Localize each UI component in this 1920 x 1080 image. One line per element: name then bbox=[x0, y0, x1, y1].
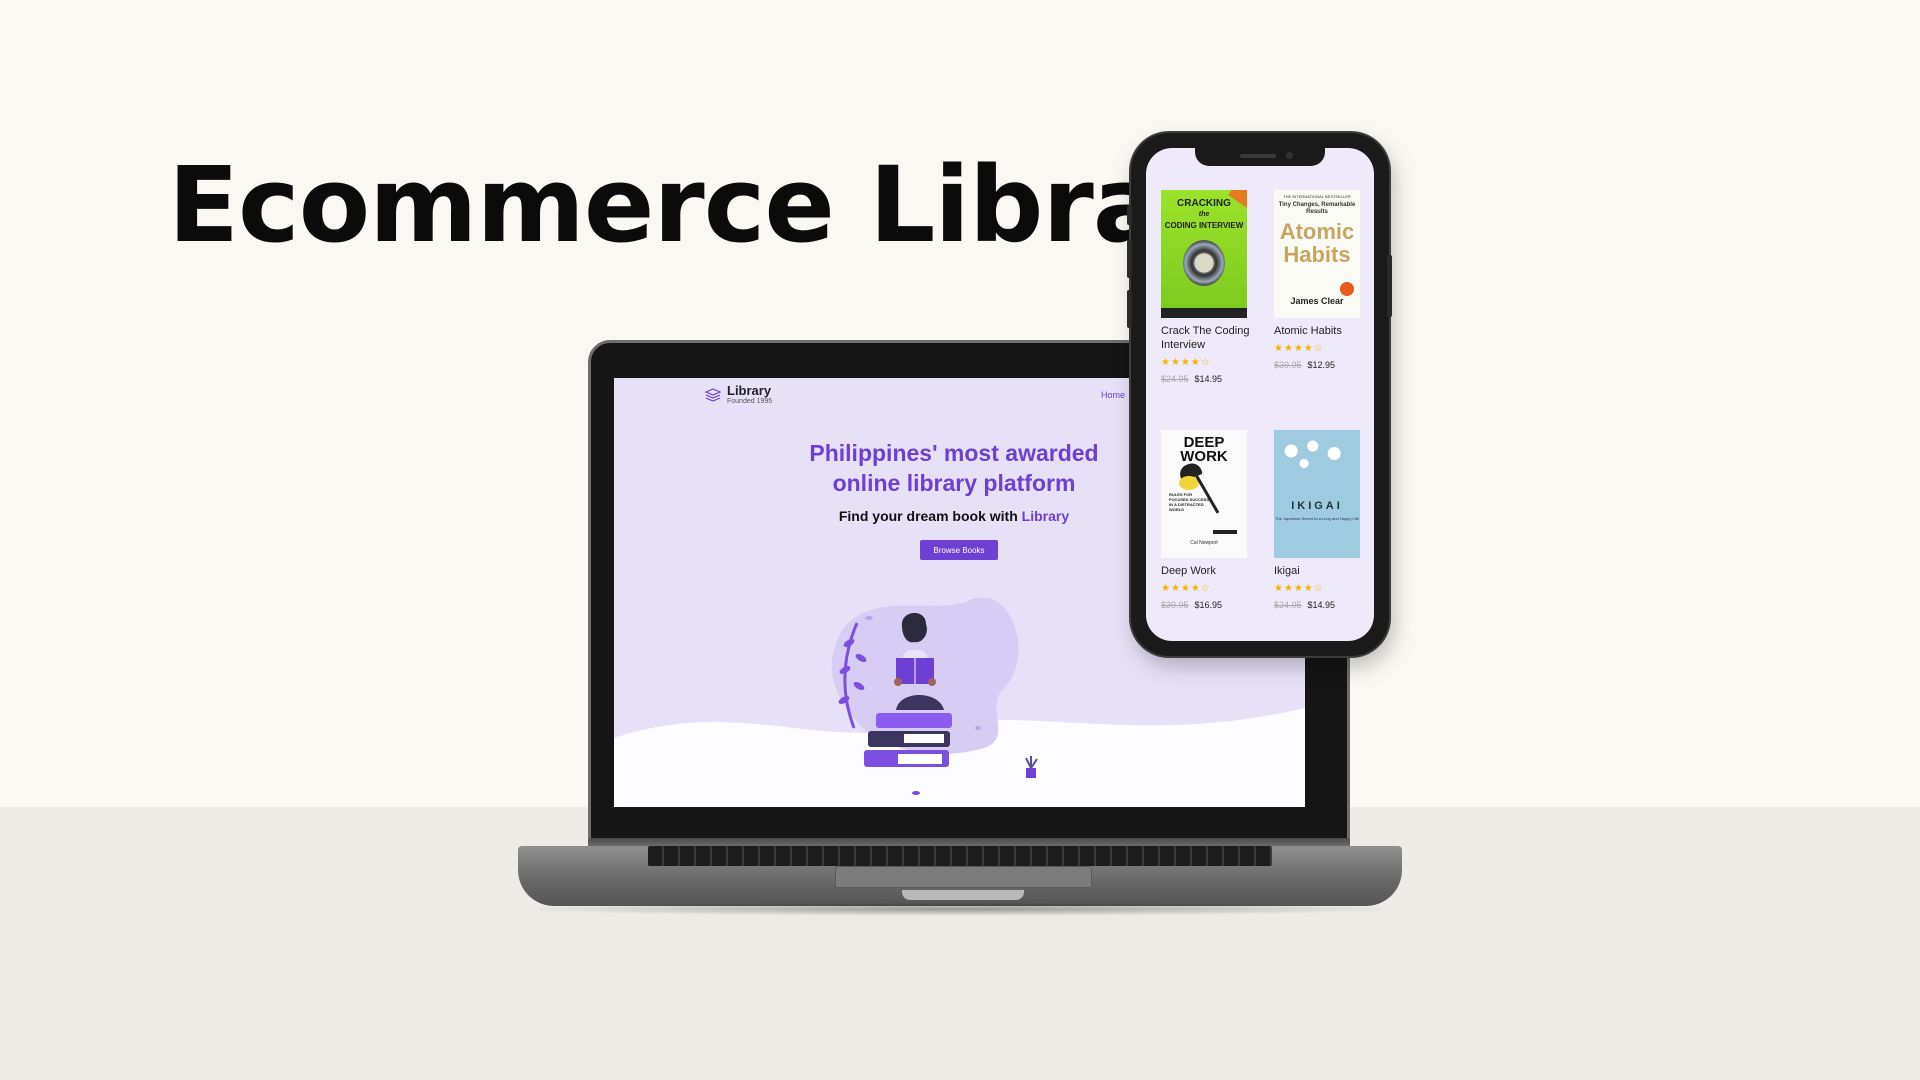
rating-stars: ★★★★☆ bbox=[1274, 583, 1324, 594]
current-price: $16.95 bbox=[1194, 600, 1223, 610]
cover-title: IKIGAI bbox=[1291, 500, 1343, 512]
cover-band bbox=[1161, 308, 1247, 318]
lamp-base bbox=[1213, 530, 1237, 534]
book-prices: $39.95 $12.95 bbox=[1274, 360, 1364, 370]
cover-line: the bbox=[1198, 211, 1210, 218]
cover-subtitle: Tiny Changes, Remarkable Results bbox=[1278, 202, 1356, 215]
current-price: $12.95 bbox=[1307, 360, 1336, 370]
book-card-cracking-coding-interview[interactable]: CRACKING the CODING INTERVIEW Crack The … bbox=[1161, 190, 1251, 384]
cover-subtitle: The Japanese Secret to a Long and Happy … bbox=[1275, 516, 1359, 521]
cover-badge bbox=[1340, 282, 1354, 296]
hero-title: Philippines' most awarded online library… bbox=[734, 438, 1174, 498]
cover-subtitle: RULES FOR FOCUSED SUCCESS IN A DISTRACTE… bbox=[1169, 492, 1210, 512]
old-price: $24.95 bbox=[1274, 600, 1302, 610]
cover-author: James Clear bbox=[1290, 296, 1344, 306]
site-logo[interactable]: Library Founded 1995 bbox=[704, 384, 772, 405]
rating-stars: ★★★★☆ bbox=[1161, 583, 1211, 594]
cover-title: Atomic Habits bbox=[1279, 219, 1355, 267]
book-cover[interactable]: CRACKING the CODING INTERVIEW bbox=[1161, 190, 1247, 318]
book-prices: $24.95 $14.95 bbox=[1161, 374, 1251, 384]
hero-title-line1: Philippines' most awarded bbox=[809, 440, 1099, 466]
hero-subtitle-text: Find your dream book with bbox=[838, 508, 1022, 524]
book-prices: $24.95 $14.95 bbox=[1274, 600, 1364, 610]
phone-power-button bbox=[1387, 255, 1392, 317]
logo-subtitle: Founded 1995 bbox=[727, 398, 773, 405]
book-cover[interactable]: DEEP WORK RULES FOR FOCUSED SUCCESS IN A… bbox=[1161, 430, 1247, 558]
cover-author: Cal Newport bbox=[1190, 540, 1218, 546]
laptop-shadow bbox=[510, 902, 1410, 916]
cover-title: CRACKING the CODING INTERVIEW bbox=[1161, 198, 1247, 231]
phone-speaker bbox=[1240, 154, 1276, 158]
page-headline: Ecommerce Library bbox=[168, 144, 1280, 266]
cover-tagline: THE INTERNATIONAL BESTSELLER bbox=[1283, 194, 1351, 199]
phone-mute-switch bbox=[1127, 205, 1132, 225]
book-title[interactable]: Deep Work bbox=[1161, 564, 1251, 578]
cherry-blossom-image bbox=[1274, 436, 1360, 486]
book-prices: $39.95 $16.95 bbox=[1161, 600, 1251, 610]
logo-name: Library bbox=[727, 383, 772, 398]
book-title[interactable]: Crack The Coding Interview bbox=[1161, 324, 1251, 352]
alarm-clock-image bbox=[1183, 240, 1225, 286]
old-price: $39.95 bbox=[1161, 600, 1189, 610]
laptop-trackpad bbox=[835, 866, 1092, 888]
book-card-deep-work[interactable]: DEEP WORK RULES FOR FOCUSED SUCCESS IN A… bbox=[1161, 430, 1251, 610]
old-price: $39.95 bbox=[1274, 360, 1302, 370]
rating-stars: ★★★★☆ bbox=[1274, 343, 1324, 354]
books-stack-icon bbox=[704, 387, 722, 402]
book-cover[interactable]: IKIGAI The Japanese Secret to a Long and… bbox=[1274, 430, 1360, 558]
hero-title-line2: online library platform bbox=[832, 470, 1076, 496]
book-title[interactable]: Atomic Habits bbox=[1274, 324, 1364, 338]
phone-volume-down bbox=[1127, 290, 1132, 328]
hero-subtitle: Find your dream book with Library bbox=[764, 508, 1144, 524]
cover-line: CODING INTERVIEW bbox=[1164, 221, 1244, 230]
phone-camera-icon bbox=[1286, 152, 1293, 159]
browse-books-button[interactable]: Browse Books bbox=[920, 540, 998, 560]
current-price: $14.95 bbox=[1307, 600, 1336, 610]
nav-home-link[interactable]: Home bbox=[1101, 390, 1125, 400]
current-price: $14.95 bbox=[1194, 374, 1223, 384]
phone-screen: CRACKING the CODING INTERVIEW Crack The … bbox=[1146, 148, 1374, 641]
laptop-front-notch bbox=[902, 890, 1024, 900]
book-cover[interactable]: THE INTERNATIONAL BESTSELLER Tiny Change… bbox=[1274, 190, 1360, 318]
book-card-ikigai[interactable]: IKIGAI The Japanese Secret to a Long and… bbox=[1274, 430, 1364, 610]
book-title[interactable]: Ikigai bbox=[1274, 564, 1364, 578]
hero-subtitle-brand: Library bbox=[1021, 508, 1070, 524]
laptop-keyboard bbox=[648, 846, 1272, 866]
cover-title: DEEP WORK bbox=[1180, 434, 1228, 465]
old-price: $24.95 bbox=[1161, 374, 1189, 384]
book-card-atomic-habits[interactable]: THE INTERNATIONAL BESTSELLER Tiny Change… bbox=[1274, 190, 1364, 370]
phone-volume-up bbox=[1127, 240, 1132, 278]
rating-stars: ★★★★☆ bbox=[1161, 357, 1211, 368]
